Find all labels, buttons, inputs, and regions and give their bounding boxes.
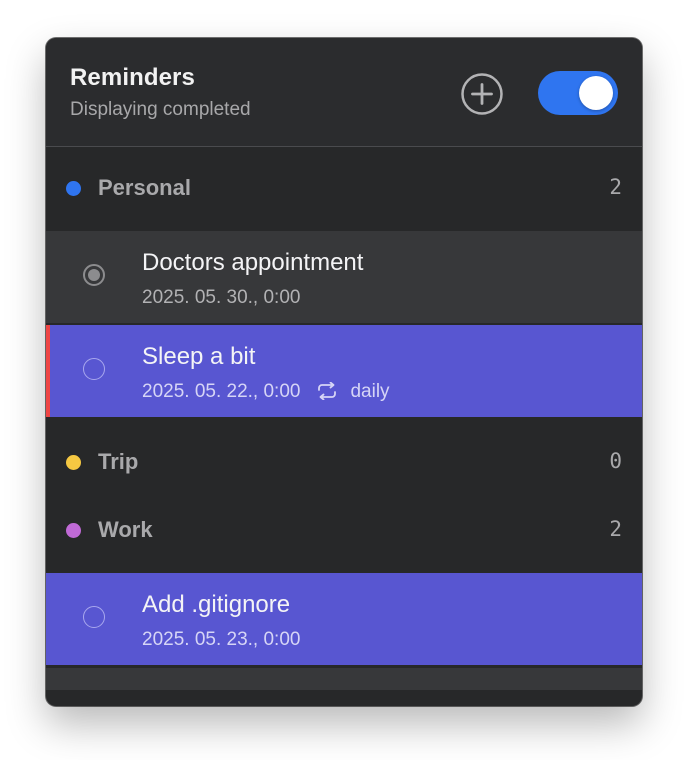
app-subtitle: Displaying completed [70, 99, 251, 120]
reminder-title: Add .gitignore [142, 591, 291, 618]
list-header-trip[interactable]: Trip 0 [46, 431, 642, 493]
show-completed-toggle[interactable] [538, 71, 618, 115]
reminders-window: Reminders Displaying completed Personal … [46, 38, 642, 706]
completion-checkbox[interactable] [83, 358, 105, 380]
reminder-row[interactable]: Doctors appointment 2025. 05. 30., 0:00 [46, 231, 642, 323]
reminder-meta: 2025. 05. 22., 0:00 daily [142, 381, 390, 403]
repeat-icon [318, 382, 337, 400]
repeat-label: daily [350, 381, 390, 402]
reminder-row-selected[interactable]: Sleep a bit 2025. 05. 22., 0:00 daily [46, 325, 642, 417]
reminder-date: 2025. 05. 30., 0:00 [142, 287, 301, 308]
list-header-work[interactable]: Work 2 [46, 499, 642, 561]
list-name: Work [98, 517, 153, 542]
list-color-dot [66, 455, 81, 470]
list-color-dot [66, 181, 81, 196]
list-footer [46, 668, 642, 690]
list-name: Trip [98, 449, 139, 474]
app-title: Reminders [70, 64, 195, 91]
reminder-row-selected[interactable]: Add .gitignore 2025. 05. 23., 0:00 [46, 573, 642, 665]
priority-marker [46, 325, 50, 417]
list-color-dot [66, 523, 81, 538]
list-header-personal[interactable]: Personal 2 [46, 157, 642, 219]
toggle-knob [579, 76, 613, 110]
list-name: Personal [98, 175, 191, 200]
list-count: 0 [609, 449, 622, 473]
completion-checkbox[interactable] [83, 606, 105, 628]
add-reminder-button[interactable] [460, 72, 504, 116]
list-count: 2 [609, 517, 622, 541]
reminder-date: 2025. 05. 23., 0:00 [142, 629, 301, 650]
plus-circle-icon [461, 73, 503, 115]
reminder-title: Doctors appointment [142, 249, 364, 276]
list-count: 2 [609, 175, 622, 199]
reminder-date: 2025. 05. 22., 0:00 [142, 381, 301, 402]
header: Reminders Displaying completed [46, 38, 642, 147]
completed-checkbox[interactable] [83, 264, 105, 286]
reminder-title: Sleep a bit [142, 343, 256, 370]
